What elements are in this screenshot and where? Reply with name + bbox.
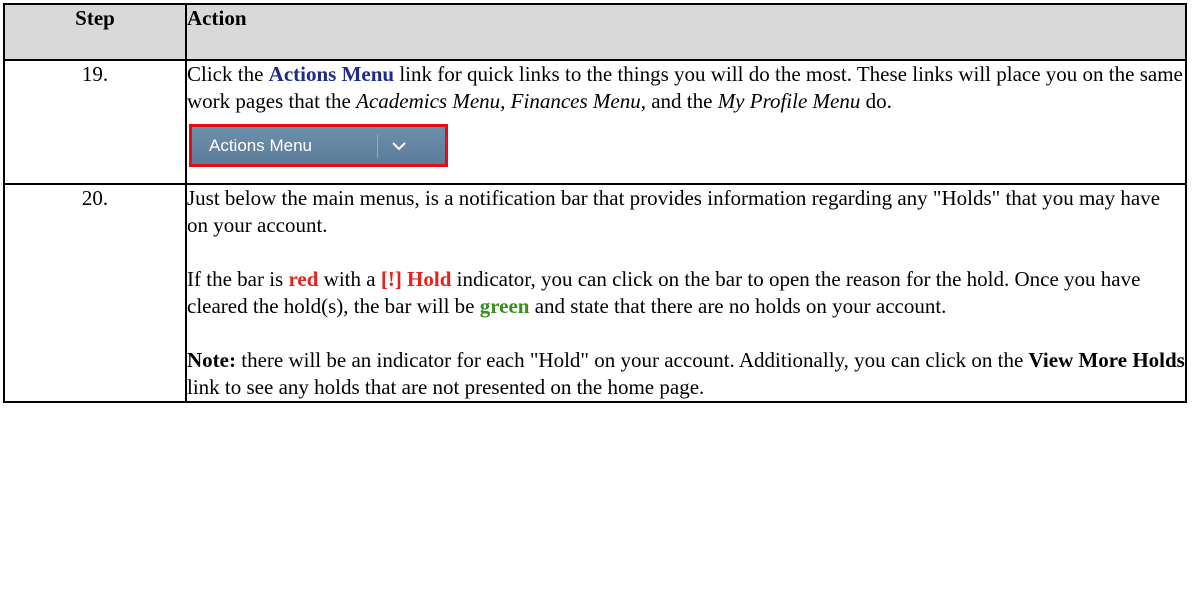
red-word: red — [288, 267, 319, 291]
step-paragraph-holds: Just below the main menus, is a notifica… — [187, 186, 1161, 237]
step-number: 19. — [3, 59, 187, 185]
header-row: Step Action — [3, 3, 1187, 61]
text: link to see any holds that are not prese… — [187, 375, 705, 399]
text: do. — [860, 89, 892, 113]
text: there will be an indicator for each "Hol… — [235, 348, 1029, 372]
text: and the — [645, 89, 718, 113]
note-label: Note: — [187, 348, 236, 372]
table-row: 20. Just below the main menus, is a noti… — [3, 183, 1187, 403]
my-profile-menu-ref: My Profile Menu — [717, 89, 861, 113]
steps-table: Step Action 19. Click the Actions Menu l… — [3, 3, 1187, 403]
actions-menu-link: Actions Menu — [268, 62, 395, 86]
green-word: green — [479, 294, 530, 318]
actions-menu-label: Actions Menu — [209, 136, 312, 155]
actions-menu-highlight: Actions Menu — [189, 124, 448, 167]
actions-menu-button[interactable]: Actions Menu — [192, 127, 445, 164]
chevron-down-icon — [391, 136, 411, 156]
step-action: Click the Actions Menu link for quick li… — [185, 59, 1187, 185]
step-paragraph-note: Note: there will be an indicator for eac… — [187, 347, 1185, 401]
hold-indicator-text: [!] Hold — [380, 267, 452, 291]
step-number: 20. — [3, 183, 187, 403]
divider — [377, 133, 378, 158]
text: Click the — [187, 62, 269, 86]
text: with a — [318, 267, 381, 291]
academics-menu-ref: Academics Menu, — [356, 89, 506, 113]
action-column-header: Action — [185, 3, 1187, 61]
step-instruction: Click the Actions Menu link for quick li… — [187, 61, 1185, 115]
step-column-header: Step — [3, 3, 187, 61]
step-paragraph-bar: If the bar is red with a [!] Hold indica… — [187, 266, 1185, 320]
step-action: Just below the main menus, is a notifica… — [185, 183, 1187, 403]
table-row: 19. Click the Actions Menu link for quic… — [3, 59, 1187, 185]
text: If the bar is — [187, 267, 289, 291]
text: and state that there are no holds on you… — [529, 294, 947, 318]
finances-menu-ref: Finances Menu, — [510, 89, 646, 113]
view-more-holds-link: View More Holds — [1028, 348, 1185, 372]
